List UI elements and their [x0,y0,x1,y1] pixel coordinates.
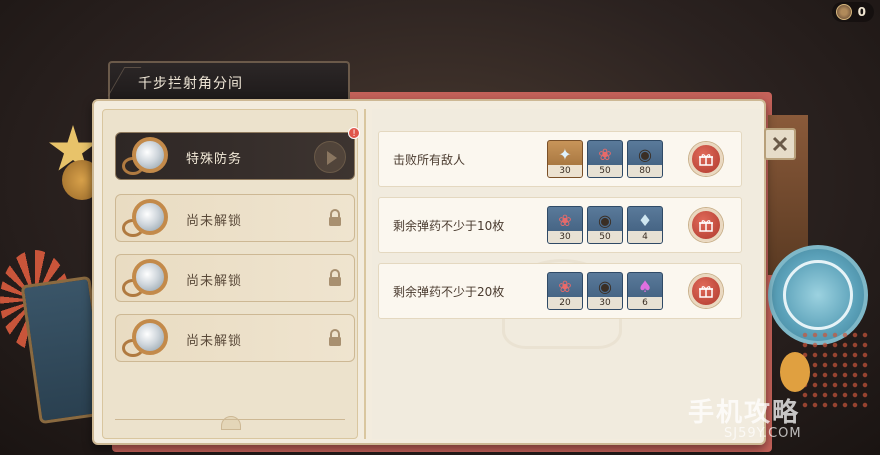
medal-icon [122,197,170,241]
objective-text: 击败所有敌人 [393,153,466,167]
lock-icon [329,269,341,286]
column-divider [364,109,366,439]
crystal-cluster-icon: ♠ [637,277,653,296]
reward-list: ✦ 30 ❀ 50 ◉ 80 [547,140,663,178]
gift-icon [699,154,713,166]
reward-item[interactable]: ◉ 80 [627,140,663,178]
watermark-title: 手机攻略 [688,398,801,428]
film-reel-icon: ◉ [598,211,612,230]
top-bar: 0 [0,0,880,24]
close-button[interactable] [764,128,796,160]
claim-gift-button[interactable] [689,208,723,242]
reward-item[interactable]: ❀ 30 [547,206,583,244]
level-label: 特殊防务 [186,152,243,167]
level-item-locked[interactable]: 尚未解锁 [115,314,355,362]
objective-row: 剩余弹药不少于20枚 ❀ 20 ◉ 30 ♠ 6 [378,263,742,319]
film-reel-icon: ◉ [638,145,652,164]
play-icon[interactable] [314,141,346,173]
reward-item[interactable]: ♠ 6 [627,272,663,310]
crystal-icon: ✦ [558,145,572,164]
notification-badge: ! [348,127,360,139]
lock-icon [329,329,341,346]
ornament-decoration [221,416,241,430]
claim-gift-button[interactable] [689,142,723,176]
lock-icon [329,209,341,226]
reward-list: ❀ 20 ◉ 30 ♠ 6 [547,272,663,310]
window-title: 千步拦射角分间 [138,76,243,92]
reward-item[interactable]: ◉ 50 [587,206,623,244]
claim-gift-button[interactable] [689,274,723,308]
level-label: 尚未解锁 [186,334,243,349]
reward-count: 80 [628,165,662,177]
level-label: 尚未解锁 [186,214,243,229]
medal-icon [122,317,170,361]
currency-value: 0 [857,5,866,19]
gem-decoration [780,352,810,392]
watermark-url: SJ59Y.COM [724,426,802,441]
objective-row: 剩余弹药不少于10枚 ❀ 30 ◉ 50 ♦ 4 [378,197,742,253]
objective-text: 剩余弹药不少于20枚 [393,285,505,299]
objective-text: 剩余弹药不少于10枚 [393,219,505,233]
level-list: 特殊防务 ! 尚未解锁 尚未解锁 尚未解锁 [102,109,360,439]
reward-count: 30 [548,231,582,243]
reward-item[interactable]: ❀ 20 [547,272,583,310]
stage-panel: 特殊防务 ! 尚未解锁 尚未解锁 尚未解锁 击败所有敌人 ✦ 30 ❀ 50 ◉… [92,99,766,445]
close-icon [772,136,788,152]
reward-count: 6 [628,297,662,309]
reward-item[interactable]: ✦ 30 [547,140,583,178]
gift-icon [699,220,713,232]
film-reel-icon: ◉ [598,277,612,296]
reward-item[interactable]: ♦ 4 [627,206,663,244]
wax-seal-ring [783,260,853,330]
site-watermark: 手机攻略 SJ59Y.COM [688,392,878,450]
level-label: 尚未解锁 [186,274,243,289]
reward-item[interactable]: ◉ 30 [587,272,623,310]
coral-icon: ❀ [558,211,572,230]
coral-icon: ❀ [598,145,612,164]
gift-icon [699,286,713,298]
reward-count: 4 [628,231,662,243]
potion-icon: ♦ [637,211,653,230]
coin-icon [835,4,852,20]
medal-icon [122,257,170,301]
reward-count: 20 [548,297,582,309]
reward-item[interactable]: ❀ 50 [587,140,623,178]
reward-count: 30 [588,297,622,309]
level-item-special-defense[interactable]: 特殊防务 ! [115,127,360,180]
level-item-locked[interactable]: 尚未解锁 [115,254,355,302]
reward-count: 30 [548,165,582,177]
reward-count: 50 [588,231,622,243]
window-title-tab: 千步拦射角分间 [108,61,350,101]
medal-icon [122,135,170,179]
coral-icon: ❀ [558,277,572,296]
reward-count: 50 [588,165,622,177]
objective-row: 击败所有敌人 ✦ 30 ❀ 50 ◉ 80 [378,131,742,187]
level-item-locked[interactable]: 尚未解锁 [115,194,355,242]
currency-counter[interactable]: 0 [831,2,874,22]
objective-list: 击败所有敌人 ✦ 30 ❀ 50 ◉ 80 剩余弹药不少于10枚 ❀ 30 ◉ … [372,109,760,439]
reward-list: ❀ 30 ◉ 50 ♦ 4 [547,206,663,244]
